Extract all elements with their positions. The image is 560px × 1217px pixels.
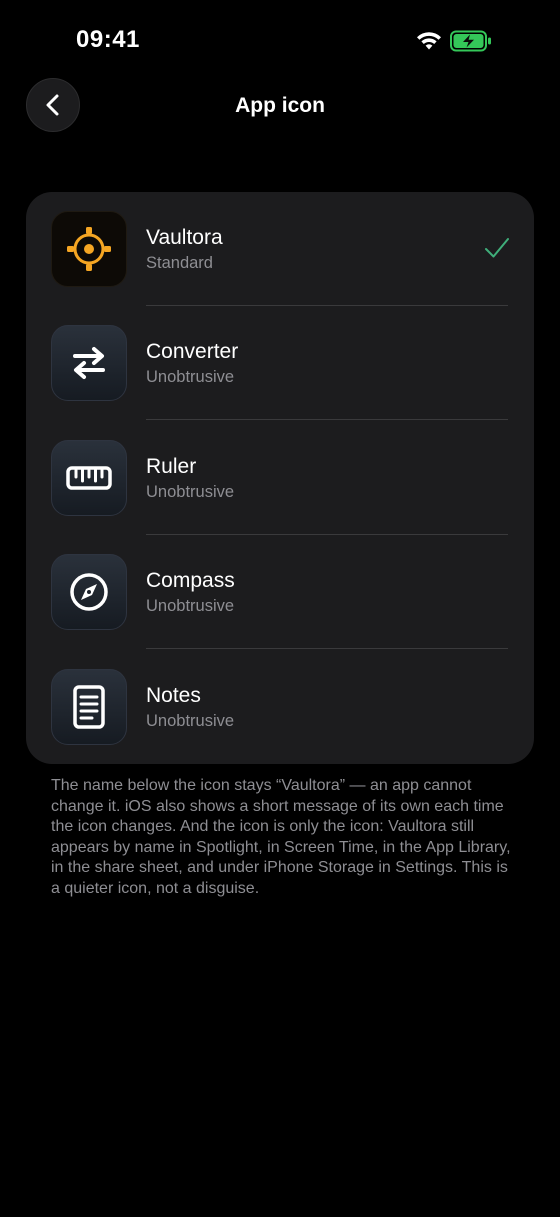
compass-icon <box>70 573 108 611</box>
wifi-icon <box>417 32 441 50</box>
page-title: App icon <box>235 94 325 117</box>
footnote-text: The name below the icon stays “Vaultora”… <box>51 777 511 897</box>
icon-option-name: Ruler <box>146 455 197 478</box>
battery-charging-icon <box>450 30 491 52</box>
checkmark-icon <box>485 238 509 258</box>
converter-icon-tile <box>51 325 127 401</box>
icon-option-name: Vaultora <box>146 226 223 249</box>
icon-option-subtitle: Unobtrusive <box>146 712 235 730</box>
icon-option-name: Notes <box>146 684 201 707</box>
nav-bar: App icon <box>0 78 560 138</box>
row-divider <box>146 648 508 649</box>
vaultora-icon-tile <box>51 211 127 287</box>
icon-option-converter[interactable]: Converter Unobtrusive <box>26 306 534 420</box>
icon-option-ruler[interactable]: Ruler Unobtrusive <box>26 421 534 535</box>
icon-option-vaultora[interactable]: Vaultora Standard <box>26 192 534 306</box>
icon-option-compass[interactable]: Compass Unobtrusive <box>26 535 534 649</box>
row-divider <box>146 419 508 420</box>
status-bar: 09:41 <box>0 0 560 80</box>
icon-option-subtitle: Unobtrusive <box>146 483 235 501</box>
icon-option-subtitle: Standard <box>146 254 213 272</box>
icon-option-notes[interactable]: Notes Unobtrusive <box>26 650 534 764</box>
notes-icon <box>73 685 105 729</box>
icon-option-subtitle: Unobtrusive <box>146 597 235 615</box>
status-time: 09:41 <box>76 26 140 53</box>
ruler-icon <box>66 466 112 490</box>
icon-option-name: Compass <box>146 569 235 592</box>
icon-option-name: Converter <box>146 340 239 363</box>
icon-option-subtitle: Unobtrusive <box>146 368 235 386</box>
notes-icon-tile <box>51 669 127 745</box>
compass-icon-tile <box>51 554 127 630</box>
ruler-icon-tile <box>51 440 127 516</box>
crosshair-icon <box>67 227 111 271</box>
arrows-swap-icon <box>73 347 105 379</box>
icon-options-list: Vaultora Standard Converter Unobtrusive … <box>26 192 534 764</box>
